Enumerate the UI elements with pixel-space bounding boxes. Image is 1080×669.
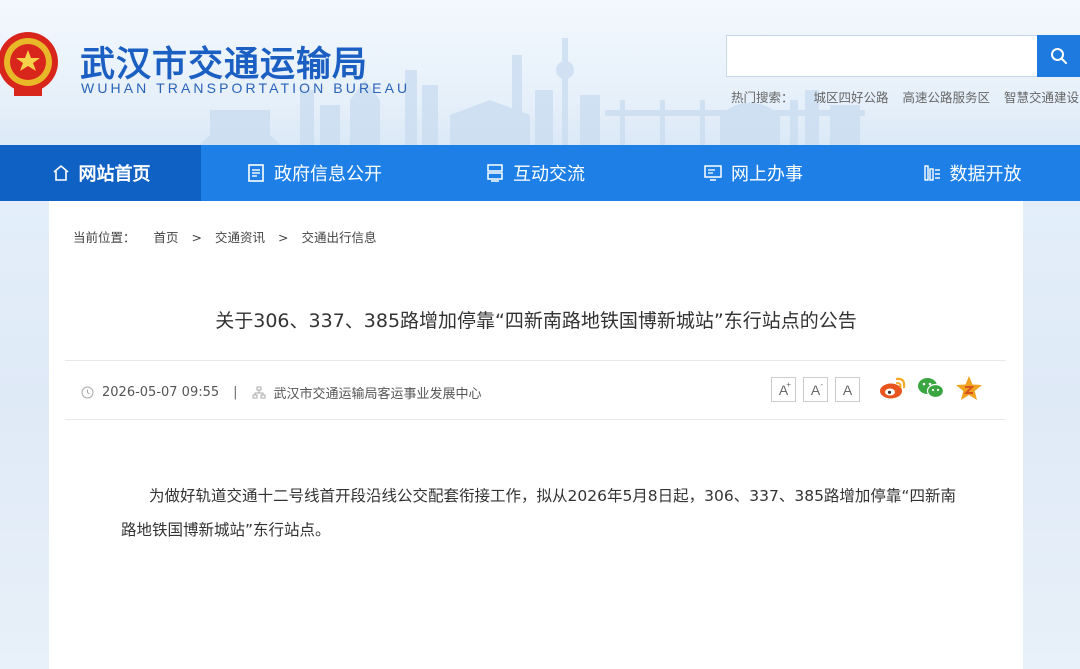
star-icon [956, 376, 982, 400]
nav-item-interaction[interactable]: 互动交流 [427, 145, 643, 201]
font-size-decrease-button[interactable]: A- [803, 377, 828, 402]
meta-separator: | [233, 385, 238, 400]
hot-search-label: 热门搜索： [731, 90, 794, 105]
article-title: 关于306、337、385路增加停靠“四新南路地铁国博新城站”东行站点的公告 [215, 310, 857, 332]
data-icon [923, 165, 940, 181]
nav-item-gov-info[interactable]: 政府信息公开 [201, 145, 427, 201]
weibo-icon [880, 377, 906, 399]
article-source: 武汉市交通运输局客运事业发展中心 [273, 387, 482, 402]
weibo-share-button[interactable] [879, 376, 907, 400]
wechat-icon [918, 378, 945, 399]
interaction-icon [487, 164, 503, 182]
article-panel: 当前位置： 首页 > 交通资讯 > 交通出行信息 关于306、337、385路增… [49, 201, 1023, 669]
publish-date: 2026-05-07 09:55 [102, 385, 220, 400]
wechat-share-button[interactable] [917, 376, 945, 400]
breadcrumb-item-news[interactable]: 交通资讯 [215, 230, 265, 245]
hot-keyword-link[interactable]: 城区四好公路 [814, 90, 889, 105]
nav-item-label: 互动交流 [513, 164, 585, 185]
hot-keyword-link[interactable]: 高速公路服务区 [903, 90, 991, 105]
breadcrumb-item-travel-info[interactable]: 交通出行信息 [301, 230, 376, 245]
nav-item-online-service[interactable]: 网上办事 [643, 145, 863, 201]
breadcrumb-separator: > [277, 230, 289, 245]
organization-icon [252, 386, 266, 399]
national-emblem-icon [0, 32, 58, 96]
hot-search: 热门搜索： 城区四好公路 高速公路服务区 智慧交通建设 [731, 87, 1080, 106]
font-size-increase-button[interactable]: A + [771, 377, 796, 402]
breadcrumb-item-home[interactable]: 首页 [154, 230, 179, 245]
divider [65, 360, 1006, 361]
home-icon [52, 164, 69, 181]
search-button[interactable] [1037, 35, 1080, 77]
font-size-controls: A + A- A [771, 377, 867, 402]
nav-item-label: 数据开放 [949, 164, 1022, 185]
nav-item-home[interactable]: 网站首页 [0, 145, 201, 201]
nav-item-label: 政府信息公开 [274, 164, 382, 185]
clock-icon [81, 386, 94, 399]
breadcrumb: 当前位置： 首页 > 交通资讯 > 交通出行信息 [73, 227, 376, 246]
article-body: 为做好轨道交通十二号线首开段沿线公交配套衔接工作，拟从2026年5月8日起，30… [121, 487, 956, 539]
nav-item-label: 网上办事 [731, 164, 803, 185]
search-input[interactable] [726, 35, 1038, 77]
site-logo-english: WUHAN TRANSPORTATION BUREAU [81, 80, 411, 96]
site-header: 武汉市交通运输局 WUHAN TRANSPORTATION BUREAU 热门搜… [0, 0, 1080, 145]
share-buttons [879, 375, 993, 401]
main-nav: 网站首页 政府信息公开 互动交流 网上办事 数据开放 [0, 145, 1080, 201]
favorite-share-button[interactable] [955, 375, 983, 401]
nav-item-open-data[interactable]: 数据开放 [863, 145, 1080, 201]
article-meta: 2026-05-07 09:55 | 武汉市交通运输局客运事业发展中心 [81, 383, 482, 402]
search-icon [1050, 48, 1067, 64]
online-service-icon [704, 165, 722, 181]
hot-keyword-link[interactable]: 智慧交通建设 [1004, 90, 1079, 105]
breadcrumb-label: 当前位置： [73, 230, 136, 245]
font-size-reset-button[interactable]: A [835, 377, 860, 402]
nav-item-label: 网站首页 [78, 164, 151, 185]
divider [65, 419, 1006, 420]
breadcrumb-separator: > [191, 230, 202, 245]
document-icon [248, 164, 264, 182]
